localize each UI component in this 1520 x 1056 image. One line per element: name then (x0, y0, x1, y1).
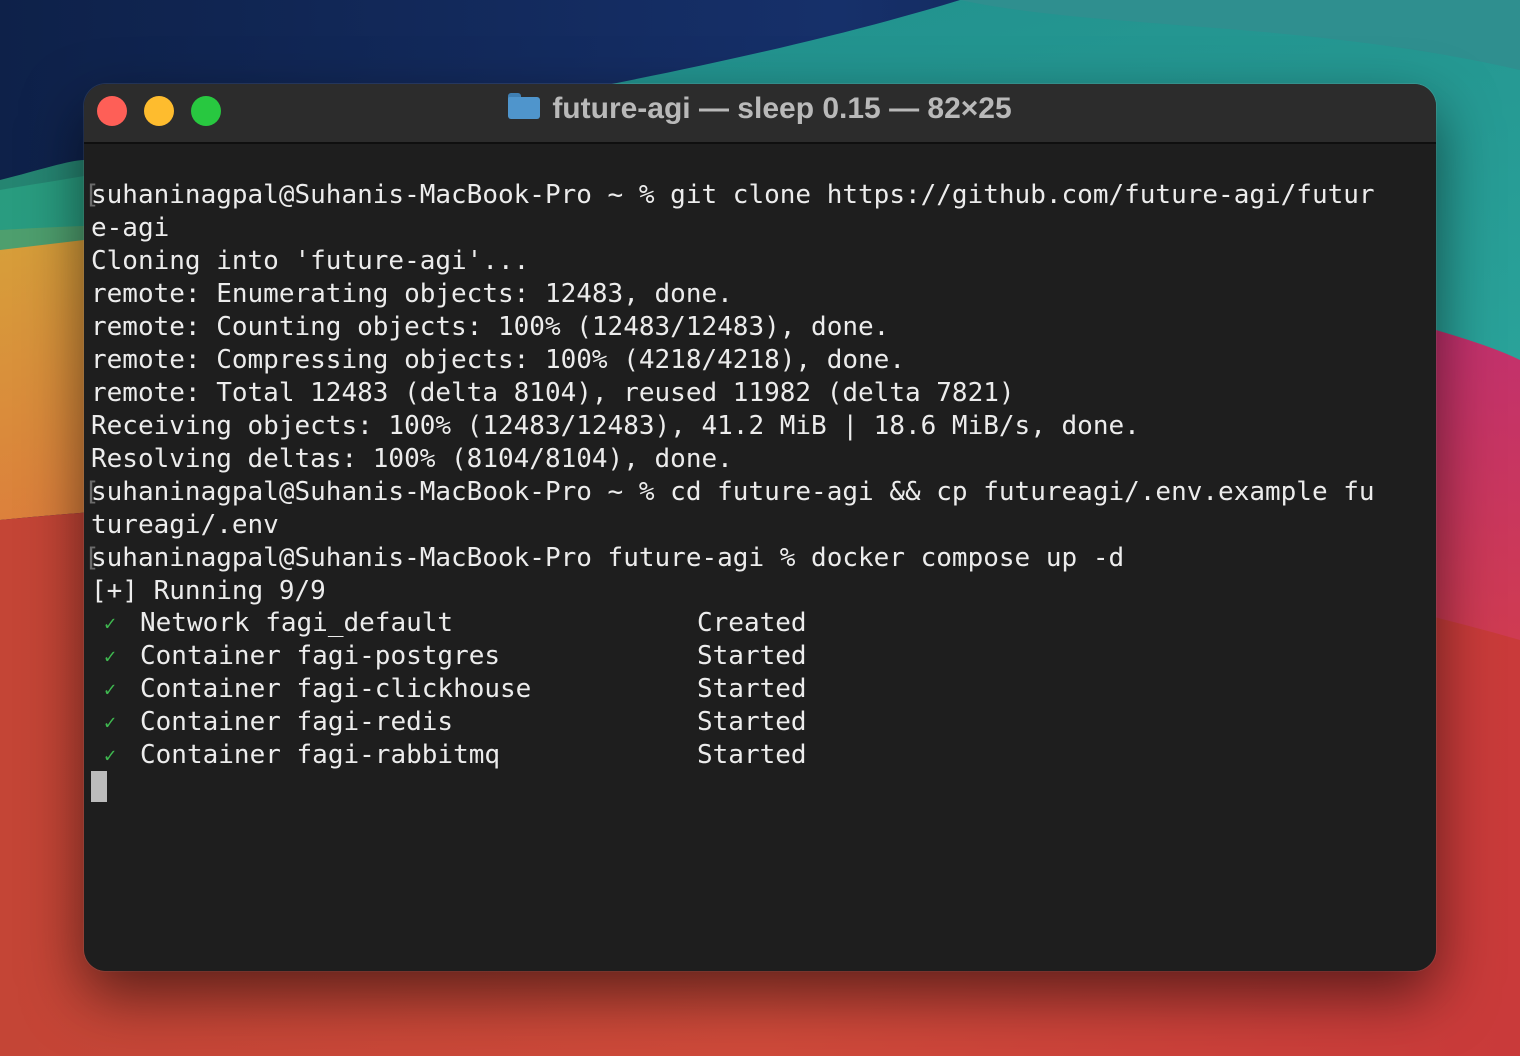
window-title-area: future-agi — sleep 0.15 — 82×25 (84, 84, 1436, 134)
terminal-line: Receiving objects: 100% (12483/12483), 4… (91, 411, 1140, 441)
service-row: ✓ Container fagi-redis Started (84, 706, 807, 739)
terminal-line: remote: Enumerating objects: 12483, done… (91, 279, 733, 309)
terminal-line: [suhaninagpal@Suhanis-MacBook-Pro ~ % gi… (84, 180, 1375, 210)
terminal-line: [+] Running 9/9 (91, 576, 326, 606)
check-icon: ✓ (104, 611, 117, 635)
terminal-line: [suhaninagpal@Suhanis-MacBook-Pro future… (84, 543, 1125, 573)
check-icon: ✓ (104, 743, 117, 767)
service-row: ✓ Network fagi_default Created (84, 607, 807, 640)
prompt-bracket: [ (84, 180, 100, 210)
terminal-line: remote: Counting objects: 100% (12483/12… (91, 312, 890, 342)
service-name: Container fagi-postgres (140, 641, 501, 671)
check-icon: ✓ (104, 644, 117, 668)
service-row: ✓ Container fagi-clickhouse Started (84, 673, 807, 706)
prompt-bracket: [ (84, 543, 100, 573)
service-row: ✓ Container fagi-postgres Started (84, 640, 807, 673)
terminal-line: Resolving deltas: 100% (8104/8104), done… (91, 444, 733, 474)
title-bar[interactable]: future-agi — sleep 0.15 — 82×25 (84, 84, 1436, 144)
terminal-line: remote: Compressing objects: 100% (4218/… (91, 345, 905, 375)
terminal-output[interactable]: [suhaninagpal@Suhanis-MacBook-Pro ~ % gi… (84, 144, 1436, 971)
terminal-line: tureagi/.env (91, 510, 279, 540)
service-status: Started (697, 740, 807, 770)
service-name: Container fagi-redis (140, 707, 454, 737)
terminal-window: future-agi — sleep 0.15 — 82×25 [suhanin… (84, 84, 1436, 971)
service-row: ✓ Container fagi-rabbitmq Started (84, 739, 807, 772)
service-name: Network fagi_default (140, 608, 454, 638)
service-name: Container fagi-clickhouse (140, 674, 532, 704)
terminal-line: [suhaninagpal@Suhanis-MacBook-Pro ~ % cd… (84, 477, 1375, 507)
service-status: Started (697, 674, 807, 704)
terminal-line: remote: Total 12483 (delta 8104), reused… (91, 378, 1015, 408)
service-status: Started (697, 707, 807, 737)
prompt-bracket: [ (84, 477, 100, 507)
service-name: Container fagi-rabbitmq (140, 740, 501, 770)
folder-icon (508, 93, 541, 119)
check-icon: ✓ (104, 710, 117, 734)
service-status: Created (697, 608, 807, 638)
terminal-line: Cloning into 'future-agi'... (91, 246, 530, 276)
window-title: future-agi — sleep 0.15 — 82×25 (552, 92, 1012, 125)
text-cursor (91, 771, 107, 802)
check-icon: ✓ (104, 677, 117, 701)
service-status: Started (697, 641, 807, 671)
terminal-line: e-agi (91, 213, 170, 243)
